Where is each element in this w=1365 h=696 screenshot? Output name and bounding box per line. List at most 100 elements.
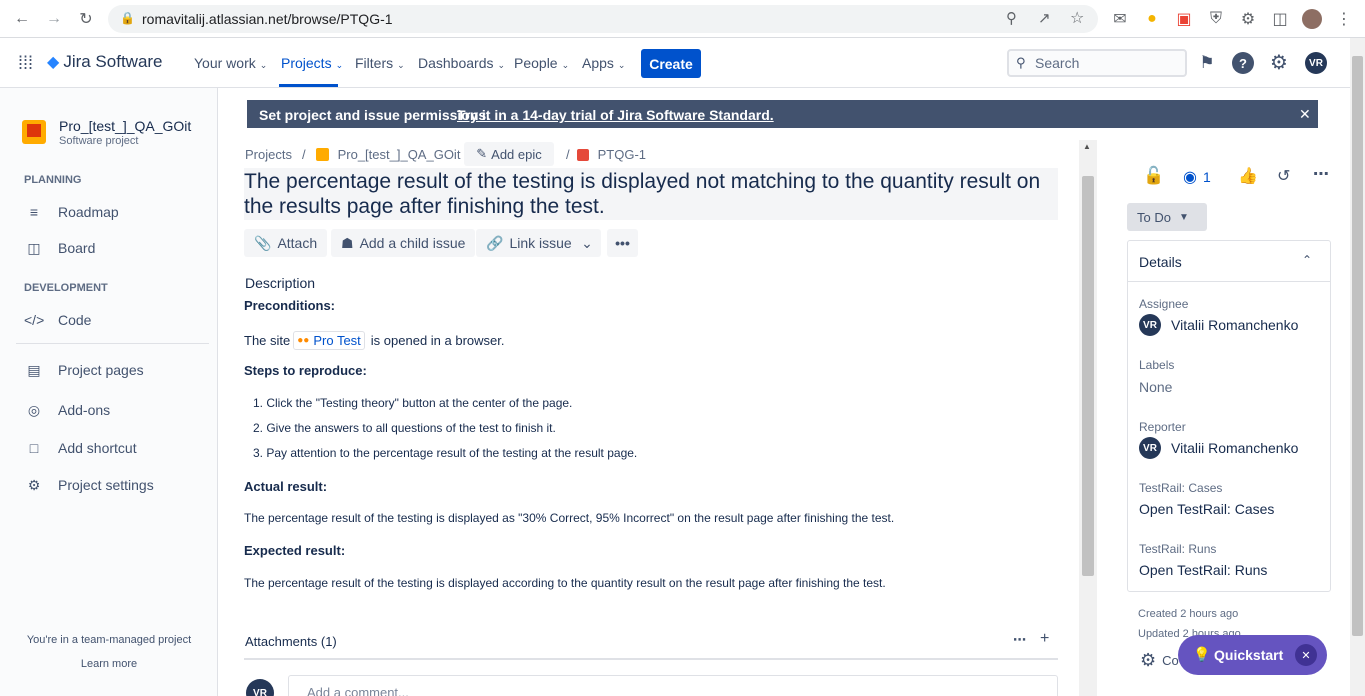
addons-icon: ◎: [27, 402, 41, 418]
created-timestamp: Created 2 hours ago: [1138, 608, 1239, 620]
extension-coin-icon[interactable]: ●: [1142, 9, 1162, 29]
page-scrollbar[interactable]: [1350, 38, 1365, 696]
assignee-field[interactable]: VR Vitalii Romanchenko: [1139, 314, 1298, 336]
assignee-name: Vitalii Romanchenko: [1171, 317, 1299, 333]
sidebar-item-addons[interactable]: ◎ Add-ons: [24, 402, 110, 419]
bookmark-star-icon[interactable]: ☆: [1070, 8, 1084, 28]
breadcrumb-project[interactable]: Pro_[test_]_QA_GOit: [338, 147, 461, 162]
project-name[interactable]: Pro_[test_]_QA_GOit: [59, 118, 191, 134]
sidebar-item-project-settings[interactable]: ⚙ Project settings: [24, 477, 154, 494]
actual-result-heading: Actual result:: [244, 479, 328, 494]
create-button[interactable]: Create: [641, 49, 701, 78]
configure-link[interactable]: ⚙ Co: [1140, 650, 1179, 671]
sidebar-item-label: Roadmap: [58, 204, 119, 220]
reload-icon[interactable]: ↻: [76, 9, 96, 29]
close-icon[interactable]: ✕: [1299, 106, 1311, 123]
nav-dashboards[interactable]: Dashboards ⌄: [418, 55, 505, 71]
link-issue-dropdown[interactable]: ⌄: [573, 229, 601, 257]
details-panel: Details ⌃ Assignee VR Vitalii Romanchenko…: [1127, 240, 1331, 592]
share-icon[interactable]: ↗: [1038, 9, 1051, 27]
issue-scrollbar[interactable]: ▲: [1079, 140, 1097, 696]
watch-button[interactable]: ◉ 1: [1183, 167, 1211, 187]
quickstart-button[interactable]: 💡 Quickstart ✕: [1178, 635, 1327, 675]
nav-label: People: [514, 55, 558, 71]
vote-thumbs-up-icon[interactable]: 👍: [1238, 166, 1258, 186]
sidebar-item-add-shortcut[interactable]: □ Add shortcut: [24, 440, 137, 456]
nav-filters[interactable]: Filters ⌄: [355, 55, 405, 71]
link-issue-button[interactable]: 🔗 Link issue: [476, 229, 582, 257]
more-icon[interactable]: ⋯: [1313, 164, 1329, 184]
add-epic-button[interactable]: ✎ Add epic: [464, 142, 554, 166]
forward-icon[interactable]: →: [44, 9, 64, 29]
open-word: Open: [1139, 562, 1174, 578]
side-panel-icon[interactable]: ◫: [1270, 9, 1290, 29]
extension-mail-icon[interactable]: ✉: [1110, 9, 1130, 29]
user-avatar[interactable]: VR: [1305, 52, 1327, 74]
restrictions-lock-icon[interactable]: 🔓: [1143, 166, 1164, 186]
site-smart-link[interactable]: ●● Pro Test: [293, 331, 365, 350]
more-actions-button[interactable]: •••: [607, 229, 638, 257]
sidebar-item-project-pages[interactable]: ▤ Project pages: [24, 362, 143, 379]
labels-label: Labels: [1139, 358, 1175, 372]
add-shortcut-icon: □: [29, 440, 39, 456]
status-dropdown[interactable]: To Do ▼: [1127, 203, 1207, 231]
issue-title[interactable]: The percentage result of the testing is …: [244, 168, 1058, 220]
team-managed-notice: You're in a team-managed project: [26, 634, 192, 646]
search-input[interactable]: ⚲ Search: [1007, 49, 1187, 77]
nav-your-work[interactable]: Your work ⌄: [194, 55, 267, 71]
attach-button[interactable]: 📎 Attach: [244, 229, 328, 257]
code-icon: </>: [24, 312, 45, 328]
chevron-down-icon: ▼: [1178, 211, 1189, 223]
settings-gear-icon[interactable]: ⚙: [1268, 51, 1290, 74]
zoom-icon[interactable]: ⚲: [1006, 9, 1017, 27]
sidebar-item-roadmap[interactable]: ≡ Roadmap: [24, 204, 119, 220]
comment-input[interactable]: Add a comment...: [288, 675, 1058, 696]
notifications-icon[interactable]: ⚑: [1196, 52, 1218, 74]
extension-record-icon[interactable]: ▣: [1174, 9, 1194, 29]
comment-placeholder: Add a comment...: [307, 685, 409, 696]
breadcrumb-projects[interactable]: Projects: [245, 147, 292, 162]
extension-shield-icon[interactable]: ⛨: [1206, 9, 1226, 29]
sidebar-item-code[interactable]: </> Code: [24, 312, 91, 328]
page-icon: ▤: [27, 362, 41, 378]
browser-menu-icon[interactable]: ⋮: [1334, 9, 1354, 29]
nav-apps[interactable]: Apps ⌄: [582, 55, 625, 71]
child-issue-icon: ☗: [341, 234, 354, 251]
close-icon[interactable]: ✕: [1295, 644, 1317, 666]
reporter-field[interactable]: VR Vitalii Romanchenko: [1139, 437, 1298, 459]
active-nav-underline: [279, 84, 338, 87]
jira-logo[interactable]: ◆ Jira Software: [47, 52, 163, 72]
issue-key[interactable]: PTQG-1: [598, 147, 646, 162]
profile-avatar-icon[interactable]: [1302, 9, 1322, 29]
scrollbar-thumb[interactable]: [1082, 176, 1094, 576]
banner-trial-link[interactable]: Try it in a 14-day trial of Jira Softwar…: [457, 107, 774, 123]
watch-count: 1: [1202, 169, 1211, 185]
nav-label: Projects: [281, 55, 332, 71]
attachments-more-icon[interactable]: ⋯: [1013, 632, 1026, 648]
jira-top-navigation: ⁞⁞⁞ ◆ Jira Software Your work ⌄ Projects ⌄…: [0, 38, 1350, 88]
back-icon[interactable]: ←: [12, 9, 32, 29]
product-name: Jira Software: [63, 52, 163, 71]
testrail-cases-link[interactable]: Open TestRail: Cases: [1139, 501, 1274, 517]
add-child-issue-button[interactable]: ☗ Add a child issue: [331, 229, 476, 257]
configure-label: Co: [1162, 653, 1179, 668]
attach-label: Attach: [277, 235, 318, 251]
help-icon[interactable]: ?: [1232, 52, 1254, 74]
share-icon[interactable]: ↺: [1277, 166, 1290, 186]
sidebar-item-board[interactable]: ◫ Board: [24, 240, 95, 257]
extensions-puzzle-icon[interactable]: ⚙: [1238, 9, 1258, 29]
details-header[interactable]: Details ⌃: [1128, 241, 1330, 282]
nav-people[interactable]: People ⌄: [514, 55, 569, 71]
page-scrollbar-thumb[interactable]: [1352, 56, 1363, 636]
assignee-avatar: VR: [1139, 314, 1161, 336]
testrail-runs-link[interactable]: Open TestRail: Runs: [1139, 562, 1267, 578]
add-attachment-icon[interactable]: +: [1040, 630, 1049, 648]
labels-field[interactable]: None: [1139, 379, 1172, 395]
learn-more-link[interactable]: Learn more: [0, 658, 218, 670]
nav-projects[interactable]: Projects ⌄: [281, 55, 343, 71]
app-switcher-icon[interactable]: ⁞⁞⁞: [18, 53, 33, 74]
reporter-label: Reporter: [1139, 420, 1186, 434]
scroll-up-icon[interactable]: ▲: [1083, 142, 1091, 151]
eye-icon: ◉: [1183, 169, 1197, 186]
address-bar[interactable]: 🔒 romavitalij.atlassian.net/browse/PTQG-…: [108, 5, 1098, 33]
